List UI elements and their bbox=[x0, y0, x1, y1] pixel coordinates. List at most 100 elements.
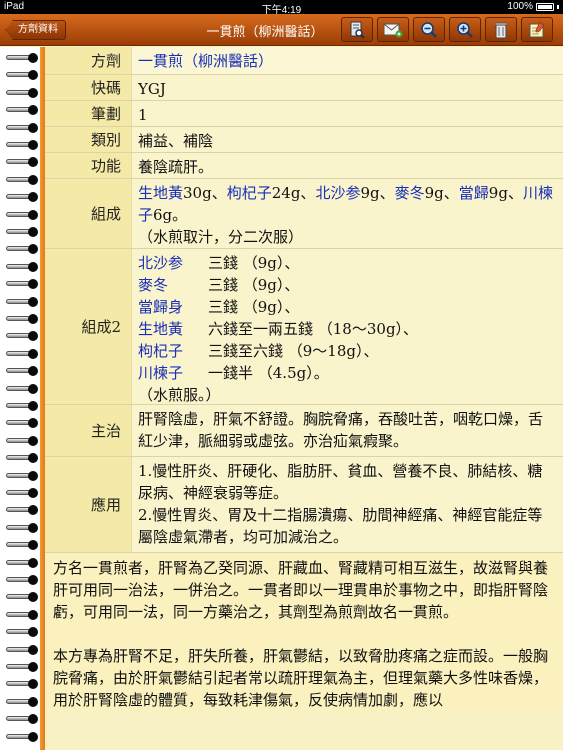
field-label: 類別 bbox=[45, 127, 131, 152]
book-search-icon bbox=[350, 21, 365, 39]
field-value: 肝腎陰虛，肝氣不舒證。胸脘脅痛，吞酸吐苦，咽乾口燥，舌紅少津，脈細弱或虛弦。亦治… bbox=[131, 405, 563, 456]
trash-button[interactable] bbox=[485, 17, 517, 42]
spiral-ring bbox=[2, 575, 38, 585]
composition-text: 生地黃30g、枸杞子24g、北沙参9g、麥冬9g、當歸9g、川楝子6g。 bbox=[138, 184, 553, 224]
zoom-out-button[interactable] bbox=[413, 17, 445, 42]
spiral-ring bbox=[2, 279, 38, 290]
field-value: 1.慢性肝炎、肝硬化、脂肪肝、貧血、營養不良、肺結核、糖尿病、神經衰弱等症。 2… bbox=[131, 457, 563, 552]
field-value: 生地黃30g、枸杞子24g、北沙参9g、麥冬9g、當歸9g、川楝子6g。 （水煎… bbox=[131, 179, 563, 248]
spiral-ring bbox=[2, 609, 38, 620]
spiral-ring bbox=[2, 383, 38, 394]
zoom-in-button[interactable] bbox=[449, 17, 481, 42]
spiral-ring bbox=[2, 140, 38, 150]
herb-link[interactable]: 枸杞子 bbox=[138, 340, 208, 362]
field-row-category: 類別 補益、補陰 bbox=[45, 127, 563, 153]
spiral-ring bbox=[2, 227, 38, 237]
spiral-ring bbox=[2, 401, 38, 411]
herb-link[interactable]: 北沙参 bbox=[315, 184, 360, 202]
battery-percent: 100% bbox=[507, 1, 533, 12]
herb-link[interactable]: 北沙参 bbox=[138, 252, 208, 274]
field-label: 功能 bbox=[45, 153, 131, 178]
composition2-note: （水煎服。） bbox=[138, 386, 221, 404]
spiral-ring bbox=[2, 627, 38, 638]
spiral-ring bbox=[2, 348, 38, 359]
herb-link[interactable]: 麥冬 bbox=[395, 184, 425, 202]
spiral-ring bbox=[2, 714, 38, 725]
herb-link[interactable]: 生地黃 bbox=[138, 318, 208, 340]
herb-line: 北沙参 三錢 （9g）、 bbox=[138, 252, 557, 274]
notebook-spine bbox=[0, 47, 40, 750]
spiral-ring bbox=[2, 174, 38, 185]
field-row-composition: 組成 生地黃30g、枸杞子24g、北沙参9g、麥冬9g、當歸9g、川楝子6g。 … bbox=[45, 179, 563, 249]
explanation-paragraph: 本方專為肝腎不足，肝失所養，肝氣鬱結，以致脅肋疼痛之症而設。一般胸脘脅痛，由於肝… bbox=[53, 647, 549, 709]
herb-list: 北沙参 三錢 （9g）、 麥冬 三錢 （9g）、 當歸身 三錢 （9g）、 生地黃 六錢至一兩… bbox=[138, 252, 557, 384]
spiral-ring bbox=[2, 105, 38, 116]
notes-button[interactable] bbox=[521, 17, 553, 42]
spiral-ring bbox=[2, 70, 38, 81]
book-search-button[interactable] bbox=[341, 17, 373, 42]
spiral-ring bbox=[2, 261, 38, 272]
herb-line: 川楝子 一錢半 （4.5g）。 bbox=[138, 362, 557, 384]
field-row-usage: 應用 1.慢性肝炎、肝硬化、脂肪肝、貧血、營養不良、肺結核、糖尿病、神經衰弱等症… bbox=[45, 457, 563, 553]
spiral-ring bbox=[2, 731, 38, 742]
spiral-ring bbox=[2, 488, 38, 498]
herb-link[interactable]: 當歸 bbox=[459, 184, 489, 202]
zoom-in-icon bbox=[457, 21, 473, 38]
usage-item: 2.慢性胃炎、胃及十二指腸潰瘍、肋間神經痛、神經官能症等屬陰虛氣滯者，均可加減治… bbox=[138, 506, 543, 546]
herb-link[interactable]: 麥冬 bbox=[138, 274, 208, 296]
spiral-ring bbox=[2, 122, 38, 133]
herb-link[interactable]: 生地黃 bbox=[138, 184, 183, 202]
spiral-ring bbox=[2, 470, 38, 481]
herb-line: 生地黃 六錢至一兩五錢 （18～30g）、 bbox=[138, 318, 557, 340]
spiral-ring bbox=[2, 679, 38, 690]
field-value: 1 bbox=[131, 101, 563, 126]
herb-link[interactable]: 川楝子 bbox=[138, 362, 208, 384]
spiral-ring bbox=[2, 87, 38, 98]
spiral-ring bbox=[2, 696, 38, 707]
spiral-ring bbox=[2, 314, 38, 324]
spiral-ring bbox=[2, 540, 38, 551]
spiral-ring bbox=[2, 435, 38, 446]
spiral-ring bbox=[2, 296, 38, 307]
zoom-out-icon bbox=[421, 21, 437, 38]
spiral-ring bbox=[2, 644, 38, 655]
page-title: 一貫煎（柳洲醫話） bbox=[206, 25, 324, 40]
battery-indicator: 100% bbox=[507, 1, 559, 12]
herb-line: 枸杞子 三錢至六錢 （9～18g）、 bbox=[138, 340, 557, 362]
composition-note: （水煎取汁，分二次服） bbox=[138, 228, 304, 246]
herb-dose: 三錢 （9g）、 bbox=[208, 298, 300, 316]
trash-icon bbox=[494, 22, 508, 38]
notes-icon bbox=[529, 20, 545, 37]
formula-name-link[interactable]: 一貫煎（柳洲醫話） bbox=[131, 47, 563, 74]
herb-link[interactable]: 枸杞子 bbox=[227, 184, 272, 202]
herb-dose: 6g。 bbox=[153, 206, 188, 224]
spiral-ring bbox=[2, 592, 38, 603]
spiral-ring bbox=[2, 53, 38, 63]
spiral-ring bbox=[2, 418, 38, 429]
battery-tip bbox=[557, 4, 559, 9]
herb-dose: 六錢至一兩五錢 （18～30g）、 bbox=[208, 320, 419, 338]
spiral-ring bbox=[2, 505, 38, 516]
herb-dose: 9g、 bbox=[488, 184, 523, 202]
herb-dose: 9g、 bbox=[424, 184, 459, 202]
spiral-ring bbox=[2, 522, 38, 533]
toolbar-actions bbox=[341, 17, 553, 42]
field-row-composition2: 組成2 北沙参 三錢 （9g）、 麥冬 三錢 （9g）、 當歸身 三錢 （9g）、 生地黃六… bbox=[45, 249, 563, 405]
field-row-code: 快碼 YGJ bbox=[45, 75, 563, 101]
field-row-name: 方劑 一貫煎（柳洲醫話） bbox=[45, 47, 563, 75]
field-label: 應用 bbox=[45, 457, 131, 552]
field-row-function: 功能 養陰疏肝。 bbox=[45, 153, 563, 179]
field-value: 北沙参 三錢 （9g）、 麥冬 三錢 （9g）、 當歸身 三錢 （9g）、 生地黃 六錢至一兩… bbox=[131, 249, 563, 404]
herb-link[interactable]: 當歸身 bbox=[138, 296, 208, 318]
spiral-ring bbox=[2, 192, 38, 203]
field-label: 快碼 bbox=[45, 75, 131, 100]
mail-button[interactable] bbox=[377, 17, 409, 42]
herb-line: 當歸身 三錢 （9g）、 bbox=[138, 296, 557, 318]
herb-dose: 一錢半 （4.5g）。 bbox=[208, 364, 329, 382]
back-button[interactable]: 方劑資料 bbox=[5, 20, 66, 40]
mail-icon bbox=[383, 23, 403, 37]
field-row-indications: 主治 肝腎陰虛，肝氣不舒證。胸脘脅痛，吞酸吐苦，咽乾口燥，舌紅少津，脈細弱或虛弦… bbox=[45, 405, 563, 457]
explanation-paragraph: 方名一貫煎者，肝腎為乙癸同源、肝藏血、腎藏精可相互滋生，故滋腎與養肝可用同一治法… bbox=[53, 559, 549, 621]
formula-detail: 方劑 一貫煎（柳洲醫話） 快碼 YGJ 筆劃 1 類別 補益、補陰 功能 養陰疏… bbox=[45, 47, 563, 750]
spiral-ring bbox=[2, 157, 38, 168]
